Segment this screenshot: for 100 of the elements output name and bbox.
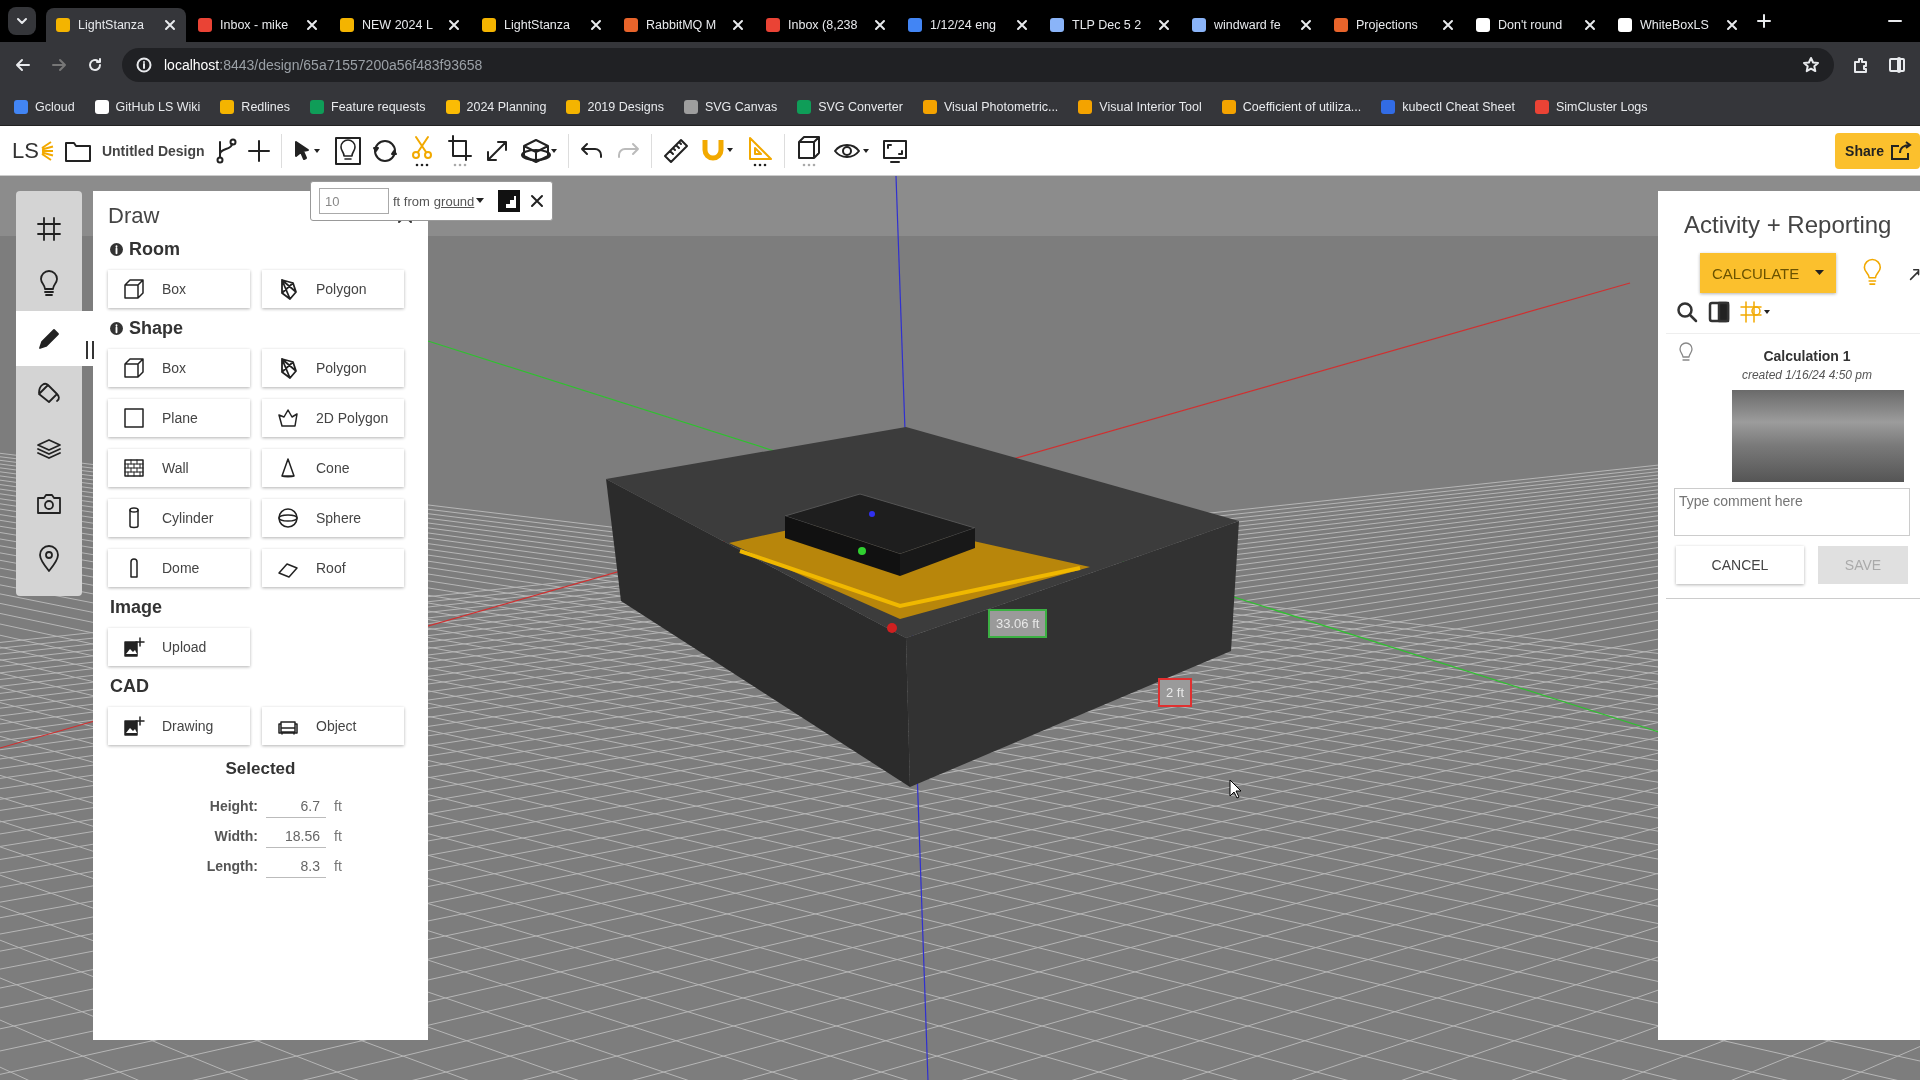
height-input[interactable]: 10 (319, 188, 389, 214)
extensions-icon[interactable] (1852, 56, 1870, 74)
tab-search-button[interactable] (8, 7, 36, 35)
image-upload-icon (122, 635, 146, 659)
info-icon[interactable] (110, 243, 123, 256)
crop-icon[interactable] (445, 133, 474, 168)
bookmark-link[interactable]: Visual Photometric... (922, 99, 1059, 114)
bookmark-link[interactable]: Coefficient of utiliza... (1221, 99, 1362, 114)
browser-tab[interactable]: Inbox - mike (188, 8, 328, 42)
browser-tab[interactable]: Inbox (8,238 (756, 8, 896, 42)
box-icon (122, 356, 146, 380)
section-heading: CAD (110, 676, 150, 697)
browser-tab[interactable]: LightStanza (472, 8, 612, 42)
reference-dropdown[interactable]: ground (433, 193, 485, 209)
calculate-button[interactable]: CALCULATE (1700, 253, 1837, 293)
new-tab-icon[interactable] (1756, 13, 1772, 29)
close-icon[interactable] (530, 194, 545, 208)
browser-tab[interactable]: NEW 2024 L (330, 8, 470, 42)
rotate-icon[interactable] (371, 137, 398, 164)
share-icon[interactable] (1890, 140, 1912, 161)
share-button[interactable]: Share (1835, 132, 1920, 169)
section-heading: Shape (110, 318, 413, 339)
browser-tab[interactable]: Projections (1324, 8, 1464, 42)
bookmark-link[interactable]: kubectl Cheat Sheet (1381, 99, 1515, 114)
bookmark-link[interactable]: GitHub LS Wiki (94, 99, 201, 114)
cube-icon[interactable] (519, 136, 558, 165)
unit-label: ft (334, 828, 343, 844)
calculation-title[interactable]: Calculation 1 (1763, 348, 1851, 364)
calculation-date: created 1/16/24 4:50 pm (1741, 368, 1873, 382)
brick-wall-icon (122, 456, 146, 480)
search-icon[interactable] (1676, 301, 1698, 323)
grid-icon[interactable] (35, 214, 63, 243)
field-label: Length: (205, 858, 258, 874)
square-icon (122, 406, 146, 430)
bookmark-link[interactable]: Visual Interior Tool (1078, 99, 1202, 114)
field-label: Height: (208, 798, 258, 814)
caret-icon[interactable] (1815, 270, 1825, 276)
bulb-icon[interactable] (333, 135, 362, 166)
design-name[interactable]: Untitled Design (101, 142, 205, 159)
chevron-down-icon (16, 15, 28, 27)
draw-tool-button[interactable]: Wall (108, 449, 250, 487)
browser-tab[interactable]: RabbitMQ M (614, 8, 754, 42)
contrast-icon[interactable] (1708, 301, 1730, 323)
browser-tab[interactable]: LightStanza (46, 8, 186, 42)
section-heading: Image (110, 597, 164, 618)
render-thumbnail[interactable] (1732, 390, 1904, 482)
bookmark-link[interactable]: Gcloud (14, 99, 75, 114)
branch-icon[interactable] (214, 137, 237, 164)
caret-icon[interactable] (476, 198, 485, 204)
address-bar[interactable]: localhost:8443/design/65a71557200a56f483f93658 (122, 48, 1834, 82)
draw-tool-button[interactable]: Object (262, 707, 404, 745)
cancel-button[interactable]: CANCEL (1676, 546, 1804, 584)
draw-tool-button[interactable]: Roof (262, 549, 404, 587)
draw-tool-button[interactable]: Dome (108, 549, 250, 587)
panel-title: Draw (108, 203, 160, 229)
back-icon[interactable] (14, 56, 32, 74)
bookmark-link[interactable]: 2019 Designs (566, 99, 664, 114)
bookmark-link[interactable]: SVG Converter (797, 99, 903, 114)
unit-label: ft (334, 798, 343, 814)
draw-tool-button[interactable]: Box (108, 349, 250, 387)
reload-icon[interactable] (86, 56, 104, 74)
draw-tool-button[interactable]: Drawing (108, 707, 250, 745)
browser-tab[interactable]: Don't round (1466, 8, 1606, 42)
bookmark-link[interactable]: Feature requests (310, 99, 426, 114)
url-text: localhost:8443/design/65a71557200a56f483f93658 (164, 57, 483, 73)
bookmark-link[interactable]: 2024 Planning (445, 99, 547, 114)
info-icon[interactable] (110, 322, 123, 335)
side-panel-icon[interactable] (1888, 56, 1906, 74)
draw-tool-button[interactable]: Cylinder (108, 499, 250, 537)
bookmark-link[interactable]: SVG Canvas (683, 99, 778, 114)
app-logo[interactable]: LS (12, 137, 54, 164)
stairs-icon[interactable] (498, 190, 521, 212)
draw-tool-button[interactable]: Polygon (262, 270, 404, 308)
panel-title: Activity + Reporting (1684, 211, 1893, 239)
height-label: ft from (393, 193, 430, 209)
comment-field[interactable]: Type comment here (1674, 488, 1910, 536)
draw-tool-button[interactable]: Cone (262, 449, 404, 487)
box-icon (122, 277, 146, 301)
draw-tool-button[interactable]: Plane (108, 399, 250, 437)
info-icon[interactable] (136, 57, 152, 73)
star-icon[interactable] (1802, 56, 1820, 74)
section-heading: Room (110, 239, 413, 260)
plus-icon[interactable] (246, 138, 271, 163)
draw-tool-button[interactable]: Box (108, 270, 250, 308)
ruler-icon[interactable] (661, 136, 690, 165)
field-label: Width: (213, 828, 258, 844)
draw-tool-button[interactable]: Upload (108, 628, 250, 666)
bookmark-link[interactable]: SimCluster Logs (1534, 99, 1648, 114)
browser-tab[interactable]: WhiteBoxLS (1608, 8, 1748, 42)
browser-tab[interactable]: 1/12/24 eng (898, 8, 1038, 42)
screen-icon[interactable] (880, 137, 909, 164)
star-polygon-icon (276, 406, 300, 430)
bookmark-link[interactable]: Redlines (220, 99, 290, 114)
browser-tab[interactable]: TLP Dec 5 2 (1040, 8, 1180, 42)
draw-tool-button[interactable]: Polygon (262, 349, 404, 387)
draw-tool-button[interactable]: Sphere (262, 499, 404, 537)
forward-icon[interactable] (50, 56, 68, 74)
draw-tool-button[interactable]: 2D Polygon (262, 399, 404, 437)
browser-tab[interactable]: windward fe (1182, 8, 1322, 42)
mouse-cursor-icon (1229, 779, 1243, 799)
